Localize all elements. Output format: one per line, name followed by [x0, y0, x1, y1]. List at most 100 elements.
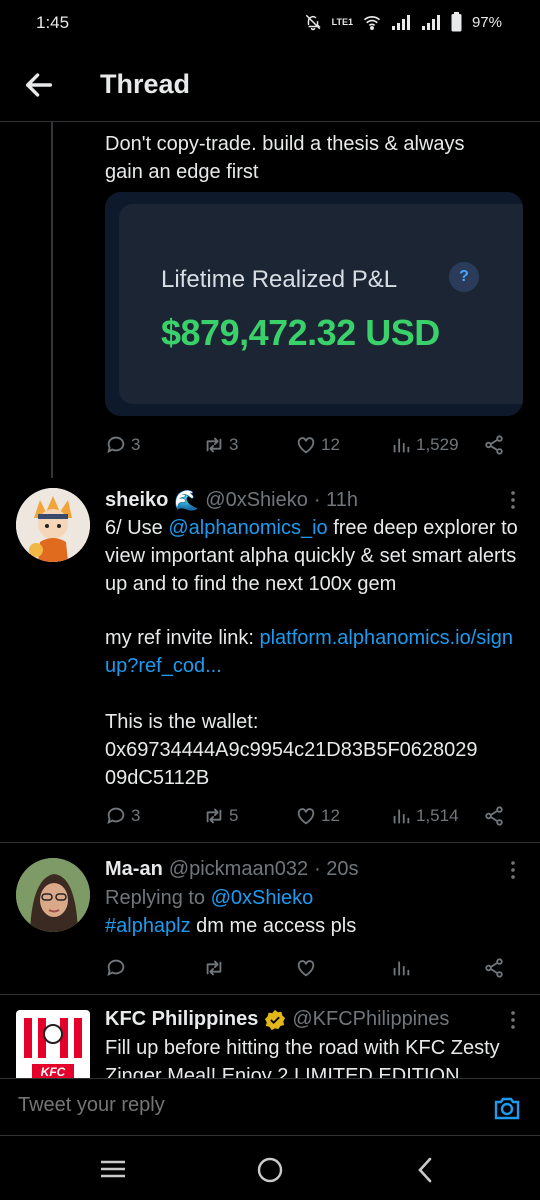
retweet-button[interactable]: 3 — [203, 434, 238, 456]
share-button[interactable] — [483, 434, 505, 456]
back-nav-icon[interactable] — [416, 1156, 434, 1184]
tweet-time: · 20s — [314, 858, 359, 880]
tweet-3-header: Ma-an @pickmaan032 · 20s — [105, 858, 359, 881]
camera-icon[interactable] — [492, 1093, 522, 1123]
tweet-1-actions: 3 3 12 1,529 — [105, 430, 505, 460]
views-icon — [393, 809, 410, 824]
reply-icon — [107, 959, 125, 977]
status-bar: 1:45 LTE1 97% — [0, 0, 540, 46]
tweet-2-text: 6/ Use @alphanomics_io free deep explore… — [105, 514, 520, 598]
retweet-count: 5 — [229, 806, 239, 825]
lte-label: LTE1 — [331, 16, 353, 27]
thread-header: Thread — [0, 46, 540, 122]
ref-label: my ref invite link: — [105, 627, 260, 649]
user-handle[interactable]: @KFCPhilippines — [292, 1008, 449, 1031]
help-icon: ? — [449, 262, 479, 292]
kfc-logo-text: KFC — [40, 1065, 66, 1078]
pnl-panel: Lifetime Realized P&L ? $879,472.32 USD — [119, 204, 523, 404]
reply-button[interactable] — [105, 957, 127, 979]
tweet-1-text: Don't copy-trade. build a thesis & alway… — [105, 133, 465, 183]
reply-input[interactable] — [18, 1094, 438, 1117]
mention-link[interactable]: @alphanomics_io — [168, 517, 327, 539]
heart-icon — [297, 960, 315, 977]
retweet-icon — [206, 808, 222, 824]
pnl-image[interactable]: Lifetime Realized P&L ? $879,472.32 USD — [105, 192, 523, 416]
views-button[interactable] — [390, 957, 412, 979]
anime-avatar-icon — [16, 488, 90, 562]
heart-icon — [297, 437, 315, 454]
replying-handle[interactable]: @0xShieko — [211, 887, 314, 909]
heart-icon — [297, 808, 315, 825]
like-button[interactable] — [295, 957, 317, 979]
share-button[interactable] — [483, 805, 505, 827]
reply-button[interactable]: 3 — [105, 434, 140, 456]
wifi-icon — [363, 16, 381, 30]
views-count: 1,529 — [416, 435, 459, 454]
signal-icon-2 — [421, 15, 440, 30]
battery-icon — [451, 12, 462, 32]
retweet-button[interactable] — [203, 957, 225, 979]
hashtag-link[interactable]: #alphaplz — [105, 915, 191, 937]
views-count: 1,514 — [416, 806, 459, 825]
tweet-3-actions — [105, 953, 505, 983]
user-handle[interactable]: @pickmaan032 — [169, 858, 308, 881]
views-button[interactable]: 1,514 — [390, 805, 459, 827]
avatar[interactable] — [16, 858, 90, 932]
display-name[interactable]: KFC Philippines — [105, 1008, 258, 1031]
reply-icon — [107, 436, 125, 454]
reply-icon — [107, 807, 125, 825]
share-button[interactable] — [483, 957, 505, 979]
tweet-4-text: Fill up before hitting the road with KFC… — [105, 1037, 500, 1078]
user-photo-icon — [16, 858, 90, 932]
recents-icon[interactable] — [100, 1159, 126, 1179]
avatar[interactable] — [16, 488, 90, 562]
retweet-icon — [206, 437, 222, 453]
battery-percent: 97% — [471, 13, 502, 31]
reply-count: 3 — [131, 435, 141, 454]
tweet-2-header: sheiko 🌊 @0xShieko · 11h — [105, 488, 358, 513]
retweet-count: 3 — [229, 435, 239, 454]
replying-to: Replying to @0xShieko — [105, 884, 313, 912]
views-button[interactable]: 1,529 — [390, 434, 459, 456]
verified-badge-icon — [265, 1009, 286, 1030]
views-icon — [393, 961, 410, 976]
reply-button[interactable]: 3 — [105, 805, 140, 827]
share-icon — [485, 806, 503, 826]
retweet-icon — [206, 960, 222, 976]
tweet-4[interactable]: KFC KFC Philippines @KFCPhilippines Fill… — [0, 994, 540, 1078]
wave-emoji: 🌊 — [174, 490, 200, 512]
user-handle[interactable]: @0xShieko — [205, 489, 308, 512]
display-name[interactable]: Ma-an — [105, 858, 163, 881]
like-count: 12 — [321, 806, 340, 825]
like-button[interactable]: 12 — [295, 805, 340, 827]
wallet-label: This is the wallet: — [105, 711, 259, 733]
tweet-4-header: KFC Philippines @KFCPhilippines — [105, 1008, 449, 1031]
back-arrow-icon[interactable] — [22, 68, 56, 102]
like-button[interactable]: 12 — [295, 434, 340, 456]
like-count: 12 — [321, 435, 340, 454]
tweet-time: · 11h — [313, 489, 358, 511]
retweet-button[interactable]: 5 — [203, 805, 238, 827]
display-name[interactable]: sheiko — [105, 489, 168, 512]
kfc-logo[interactable]: KFC — [16, 1010, 90, 1078]
signal-icon-1 — [391, 15, 410, 30]
status-icons: LTE1 97% — [304, 12, 502, 32]
more-icon[interactable] — [505, 490, 521, 510]
system-nav-bar — [0, 1136, 540, 1200]
ref-paragraph: my ref invite link: platform.alphanomics… — [105, 624, 520, 680]
reply-bar — [0, 1078, 540, 1136]
wallet-address: 0x69734444A9c9954c21D83B5F0628029 09dC51… — [105, 739, 478, 789]
views-icon — [393, 438, 410, 453]
pnl-label: Lifetime Realized P&L — [161, 266, 398, 293]
replying-label: Replying to — [105, 887, 211, 909]
home-icon[interactable] — [256, 1156, 284, 1184]
divider — [0, 842, 540, 843]
tweet-2-line1-pre: 6/ Use — [105, 517, 169, 539]
share-icon — [485, 958, 503, 978]
tweet-3-body: dm me access pls — [190, 915, 357, 937]
reply-count: 3 — [131, 806, 141, 825]
more-icon[interactable] — [505, 860, 521, 880]
status-time: 1:45 — [36, 13, 70, 32]
pnl-value: $879,472.32 USD — [161, 312, 440, 353]
more-icon[interactable] — [505, 1010, 521, 1030]
